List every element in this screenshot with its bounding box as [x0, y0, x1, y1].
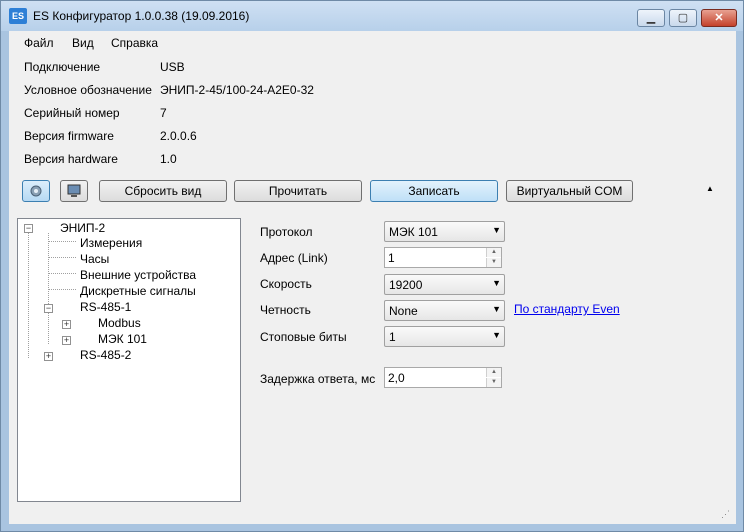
virtual-com-button[interactable]: Виртуальный COM	[506, 180, 633, 202]
menu-help[interactable]: Справка	[111, 36, 158, 50]
chevron-down-icon: ▼	[492, 330, 501, 340]
app-logo-icon: ES	[9, 8, 27, 24]
stepper-up-icon[interactable]: ▲	[486, 248, 501, 257]
tree-line	[48, 233, 49, 344]
app-window: ES ES Конфигуратор 1.0.0.38 (19.09.2016)…	[0, 0, 744, 532]
chevron-down-icon: ▼	[492, 304, 501, 314]
tree-item-rs485-2[interactable]: RS-485-2	[80, 348, 131, 362]
reset-view-button[interactable]: Сбросить вид	[99, 180, 227, 202]
monitor-icon	[67, 184, 81, 197]
gear-icon	[30, 185, 42, 197]
stopbits-value: 1	[389, 330, 396, 344]
resize-grip-icon[interactable]: ⋰	[721, 509, 730, 520]
firmware-value: 2.0.0.6	[160, 129, 197, 143]
stopbits-select[interactable]: 1 ▼	[384, 326, 505, 347]
connection-value: USB	[160, 60, 185, 74]
expand-icon[interactable]: +	[44, 352, 53, 361]
protocol-value: МЭК 101	[389, 225, 438, 239]
tree-line	[28, 233, 29, 358]
designation-value: ЭНИП-2-45/100-24-А2Е0-32	[160, 83, 314, 97]
device-tree[interactable]: − ЭНИП-2 Измерения Часы Внешние устройст…	[17, 218, 241, 502]
tree-line	[48, 241, 76, 242]
firmware-label: Версия firmware	[24, 129, 114, 143]
stepper-down-icon[interactable]: ▼	[486, 378, 501, 387]
parity-select[interactable]: None ▼	[384, 300, 505, 321]
tree-line	[48, 273, 76, 274]
expand-icon[interactable]: +	[62, 336, 71, 345]
speed-value: 19200	[389, 278, 423, 292]
close-button[interactable]: ✕	[701, 9, 737, 27]
menu-bar: Файл Вид Справка	[9, 31, 736, 53]
address-stepper[interactable]: 1 ▲ ▼	[384, 247, 502, 268]
stopbits-label: Стоповые биты	[260, 330, 347, 344]
settings-toggle-button[interactable]	[22, 180, 50, 202]
stepper-up-icon[interactable]: ▲	[486, 368, 501, 377]
parity-standard-link[interactable]: По стандарту Even	[514, 302, 620, 316]
address-value: 1	[388, 251, 395, 265]
speed-label: Скорость	[260, 277, 312, 291]
tree-item-discrete-signals[interactable]: Дискретные сигналы	[80, 284, 196, 298]
maximize-button[interactable]: ▢	[669, 9, 697, 27]
serial-value: 7	[160, 106, 167, 120]
hardware-value: 1.0	[160, 152, 177, 166]
window-title: ES Конфигуратор 1.0.0.38 (19.09.2016)	[33, 9, 250, 23]
tree-line	[48, 289, 76, 290]
tree-item-rs485-1[interactable]: RS-485-1	[80, 300, 131, 314]
menu-file[interactable]: Файл	[24, 36, 54, 50]
minimize-button[interactable]: ▁	[637, 9, 665, 27]
delay-label: Задержка ответа, мс	[260, 372, 376, 386]
connection-label: Подключение	[24, 60, 101, 74]
serial-label: Серийный номер	[24, 106, 120, 120]
write-button[interactable]: Записать	[370, 180, 498, 202]
tree-root[interactable]: ЭНИП-2	[60, 221, 105, 235]
chevron-down-icon: ▼	[492, 225, 501, 235]
main-panel: Файл Вид Справка Подключение USB Условно…	[9, 31, 736, 524]
address-label: Адрес (Link)	[260, 251, 328, 265]
chevron-down-icon: ▼	[492, 278, 501, 288]
stepper-down-icon[interactable]: ▼	[486, 258, 501, 267]
tree-item-modbus[interactable]: Modbus	[98, 316, 141, 330]
tree-item-iec101[interactable]: МЭК 101	[98, 332, 147, 346]
tree-line	[48, 257, 76, 258]
protocol-select[interactable]: МЭК 101 ▼	[384, 221, 505, 242]
tree-item-measurements[interactable]: Измерения	[80, 236, 142, 250]
read-button[interactable]: Прочитать	[234, 180, 362, 202]
collapse-panel-icon[interactable]: ▲	[706, 184, 714, 193]
delay-stepper[interactable]: 2,0 ▲ ▼	[384, 367, 502, 388]
parity-label: Четность	[260, 303, 311, 317]
protocol-label: Протокол	[260, 225, 313, 239]
hardware-label: Версия hardware	[24, 152, 118, 166]
tree-item-clock[interactable]: Часы	[80, 252, 109, 266]
collapse-icon[interactable]: −	[44, 304, 53, 313]
designation-label: Условное обозначение	[24, 83, 152, 97]
tree-item-external-devices[interactable]: Внешние устройства	[80, 268, 196, 282]
title-bar[interactable]: ES ES Конфигуратор 1.0.0.38 (19.09.2016)…	[1, 1, 743, 31]
delay-value: 2,0	[388, 371, 405, 385]
speed-select[interactable]: 19200 ▼	[384, 274, 505, 295]
parity-value: None	[389, 304, 418, 318]
collapse-icon[interactable]: −	[24, 224, 33, 233]
menu-view[interactable]: Вид	[72, 36, 94, 50]
monitor-button[interactable]	[60, 180, 88, 202]
expand-icon[interactable]: +	[62, 320, 71, 329]
